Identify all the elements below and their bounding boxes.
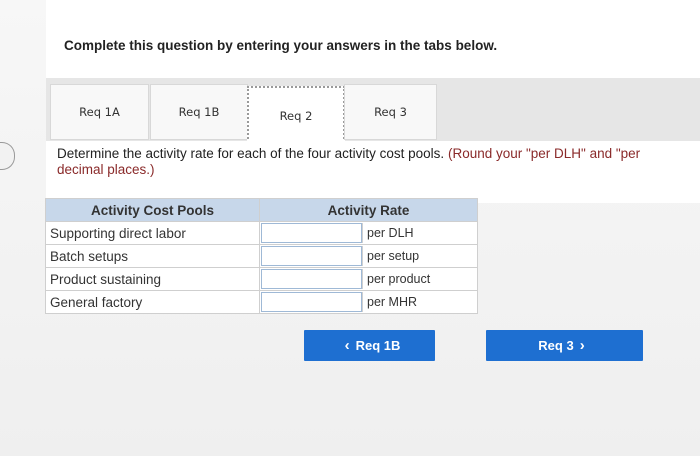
tab-req-2[interactable]: Req 2 xyxy=(247,86,345,146)
table-header-row: Activity Cost Pools Activity Rate xyxy=(45,198,478,222)
rate-cell: per DLH xyxy=(259,221,478,245)
activity-rate-table: Activity Cost Pools Activity Rate Suppor… xyxy=(45,198,478,314)
question-prompt: Determine the activity rate for each of … xyxy=(57,146,445,161)
pool-label: Supporting direct labor xyxy=(45,221,260,245)
tab-req-1a[interactable]: Req 1A xyxy=(50,84,149,140)
prev-req-button[interactable]: ‹ Req 1B xyxy=(304,330,435,361)
rate-input[interactable] xyxy=(261,292,362,312)
rate-input[interactable] xyxy=(261,269,362,289)
rate-input[interactable] xyxy=(261,246,362,266)
rate-unit: per DLH xyxy=(362,223,473,243)
table-row: Product sustaining per product xyxy=(45,267,478,291)
pool-label: Product sustaining xyxy=(45,267,260,291)
table-row: General factory per MHR xyxy=(45,290,478,314)
rounding-note-continued: decimal places.) xyxy=(57,162,155,177)
rate-cell: per product xyxy=(259,267,478,291)
pool-label: General factory xyxy=(45,290,260,314)
tab-req-3[interactable]: Req 3 xyxy=(344,84,437,140)
header-activity-cost-pools: Activity Cost Pools xyxy=(45,198,260,222)
chevron-left-icon: ‹ xyxy=(344,337,350,354)
prev-req-label: Req 1B xyxy=(355,338,401,353)
table-row: Supporting direct labor per DLH xyxy=(45,221,478,245)
pool-label: Batch setups xyxy=(45,244,260,268)
rate-unit: per MHR xyxy=(362,292,473,312)
next-req-label: Req 3 xyxy=(538,338,574,353)
tab-req-1b[interactable]: Req 1B xyxy=(150,84,248,140)
rounding-note: (Round your "per DLH" and "per xyxy=(447,146,641,161)
rate-unit: per product xyxy=(362,269,473,289)
rate-cell: per setup xyxy=(259,244,478,268)
rate-input[interactable] xyxy=(261,223,362,243)
chevron-right-icon: › xyxy=(579,337,585,354)
table-row: Batch setups per setup xyxy=(45,244,478,268)
instruction-text: Complete this question by entering your … xyxy=(64,38,498,53)
rate-cell: per MHR xyxy=(259,290,478,314)
next-req-button[interactable]: Req 3 › xyxy=(486,330,643,361)
rate-unit: per setup xyxy=(362,246,473,266)
header-activity-rate: Activity Rate xyxy=(259,198,478,222)
question-text: Determine the activity rate for each of … xyxy=(57,146,700,178)
